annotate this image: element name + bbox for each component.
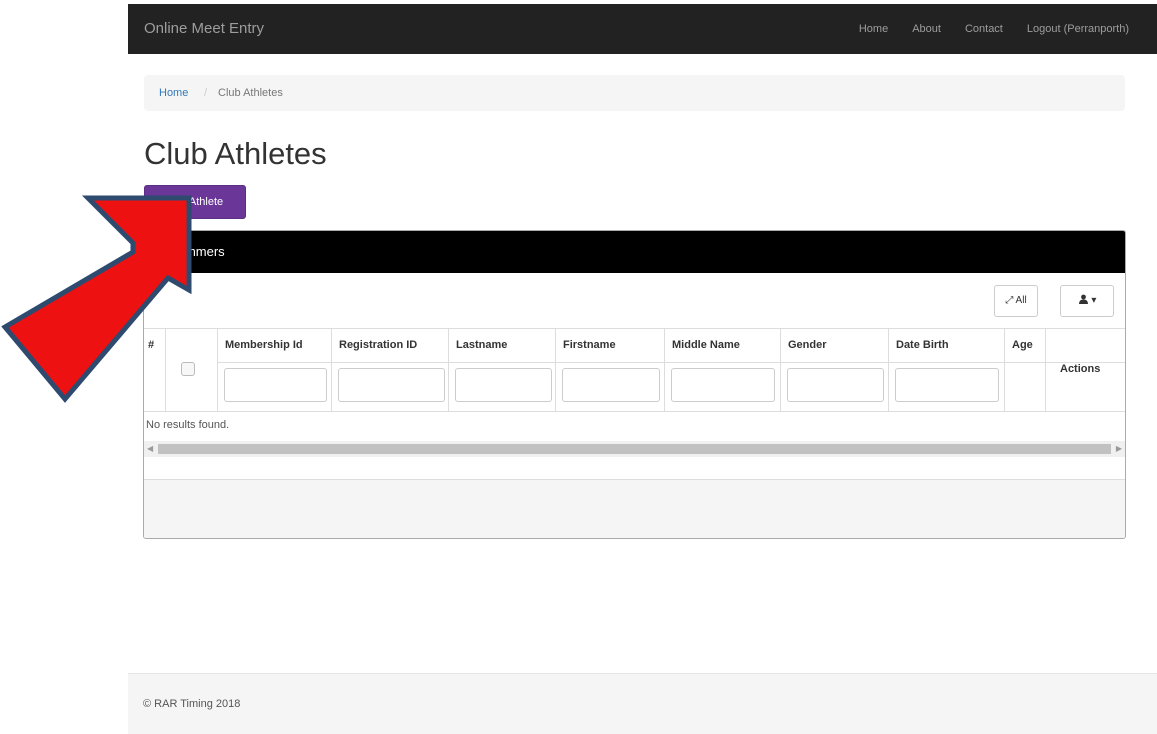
add-athlete-button[interactable]: Add Athlete <box>144 185 246 219</box>
panel-heading: Swimmers <box>144 231 1125 273</box>
column-header-date-birth[interactable]: Date Birth <box>889 329 1005 411</box>
brand-link[interactable]: Online Meet Entry <box>144 4 264 54</box>
column-label-number: # <box>148 339 155 351</box>
column-header-select <box>166 329 218 411</box>
column-header-firstname[interactable]: Firstname <box>556 329 665 411</box>
lastname-filter-input[interactable] <box>455 368 552 402</box>
column-header-number: # <box>144 329 166 411</box>
nav-contact-link[interactable]: Contact <box>953 4 1015 54</box>
breadcrumb: Home / Club Athletes <box>144 75 1125 111</box>
scroll-left-icon[interactable]: ◀ <box>147 444 153 453</box>
column-label-middle-name: Middle Name <box>672 339 740 351</box>
column-label-age: Age <box>1012 339 1033 351</box>
firstname-filter-input[interactable] <box>562 368 660 402</box>
select-all-checkbox[interactable] <box>181 362 195 376</box>
toggle-all-label: All <box>1015 295 1027 306</box>
registration-id-filter-input[interactable] <box>338 368 445 402</box>
expand-icon: ⤢ <box>1005 295 1014 306</box>
column-label-firstname: Firstname <box>563 339 616 351</box>
gender-filter-input[interactable] <box>787 368 884 402</box>
top-navbar: Online Meet Entry Home About Contact Log… <box>128 4 1157 54</box>
column-label-actions: Actions <box>1060 363 1101 375</box>
middle-name-filter-input[interactable] <box>671 368 775 402</box>
horizontal-scrollbar[interactable]: ◀ ▶ <box>144 441 1125 457</box>
date-birth-filter-input[interactable] <box>895 368 999 402</box>
column-label-lastname: Lastname <box>456 339 508 351</box>
nav-logout-link[interactable]: Logout (Perranporth) <box>1015 4 1157 54</box>
panel-footer <box>144 479 1125 538</box>
page-footer: © RAR Timing 2018 <box>128 673 1157 734</box>
column-chooser-button[interactable]: ▾ <box>1060 285 1114 317</box>
column-label-gender: Gender <box>788 339 827 351</box>
column-label-membership-id: Membership Id <box>225 339 303 351</box>
grid-header: # Membership Id Registration ID Lastname… <box>144 328 1125 412</box>
column-header-age[interactable]: Age <box>1005 329 1046 411</box>
panel-title: Swimmers <box>164 244 225 259</box>
breadcrumb-separator: / <box>204 87 208 99</box>
nav-home-link[interactable]: Home <box>847 4 900 54</box>
column-header-gender[interactable]: Gender <box>781 329 889 411</box>
empty-message: No results found. <box>146 419 230 431</box>
breadcrumb-current: Club Athletes <box>218 87 283 99</box>
chevron-down-icon: ▾ <box>1091 295 1097 306</box>
column-label-date-birth: Date Birth <box>896 339 949 351</box>
nav-links: Home About Contact Logout (Perranporth) <box>847 4 1157 54</box>
page-title: Club Athletes <box>144 136 327 171</box>
column-header-registration-id[interactable]: Registration ID <box>332 329 449 411</box>
scroll-right-icon[interactable]: ▶ <box>1116 444 1122 453</box>
toggle-all-button[interactable]: ⤢ All <box>994 285 1038 317</box>
column-header-lastname[interactable]: Lastname <box>449 329 556 411</box>
nav-about-link[interactable]: About <box>900 4 953 54</box>
scrollbar-thumb[interactable] <box>158 444 1111 454</box>
membership-id-filter-input[interactable] <box>224 368 327 402</box>
column-header-membership-id[interactable]: Membership Id <box>218 329 332 411</box>
user-icon <box>1078 294 1088 304</box>
breadcrumb-home-link[interactable]: Home <box>159 75 188 111</box>
column-header-middle-name[interactable]: Middle Name <box>665 329 781 411</box>
swimmers-grid-panel: Swimmers ⤢ All ▾ # Membership Id Registr… <box>143 230 1126 539</box>
column-label-registration-id: Registration ID <box>339 339 418 351</box>
footer-copyright: © RAR Timing 2018 <box>143 698 241 710</box>
column-header-actions: Actions <box>1046 329 1125 411</box>
